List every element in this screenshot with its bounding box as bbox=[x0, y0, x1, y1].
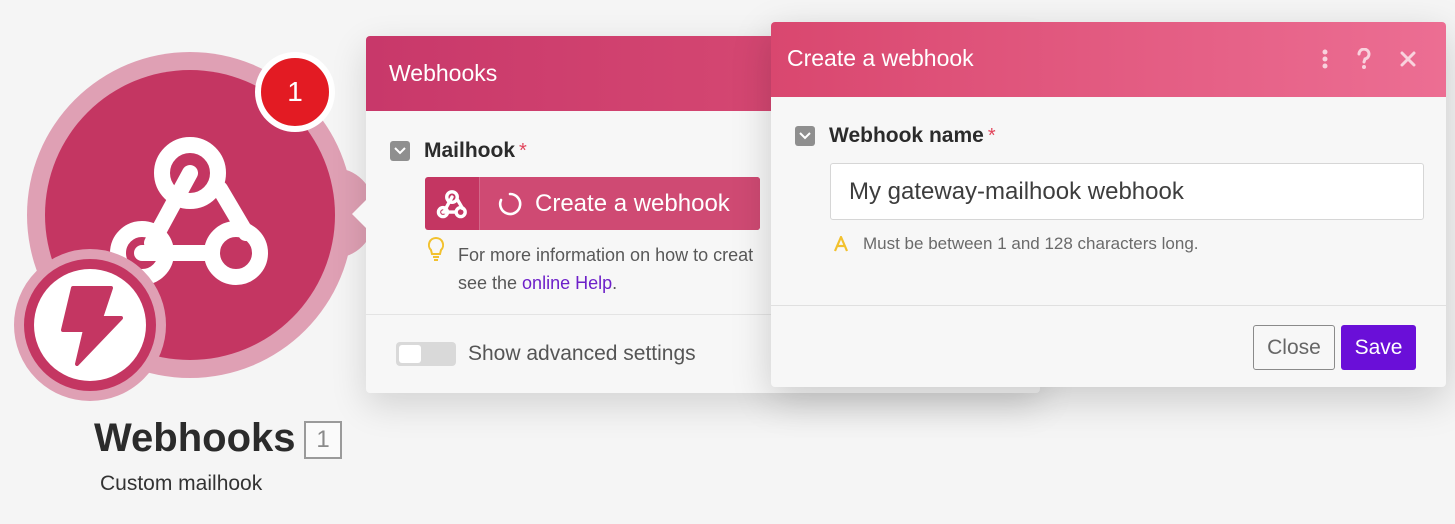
lightbulb-icon bbox=[427, 236, 445, 261]
spinner-icon bbox=[498, 192, 522, 215]
close-icon[interactable] bbox=[1395, 46, 1421, 72]
dialog-title: Create a webhook bbox=[787, 45, 974, 71]
create-webhook-button[interactable]: Create a webhook bbox=[425, 177, 760, 230]
operations-count-badge: 1 bbox=[255, 52, 335, 132]
webhook-name-input[interactable] bbox=[830, 163, 1424, 220]
panel-title: Webhooks bbox=[389, 60, 498, 86]
more-options-icon[interactable] bbox=[1312, 46, 1338, 72]
divider bbox=[771, 305, 1446, 306]
webhook-name-label: Webhook name bbox=[829, 124, 984, 147]
hint-text: Must be between 1 and 128 characters lon… bbox=[863, 234, 1199, 253]
close-button[interactable]: Close bbox=[1253, 325, 1335, 370]
chevron-down-icon[interactable] bbox=[390, 141, 410, 161]
help-text: For more information on how to creat see… bbox=[458, 241, 753, 297]
webhook-name-hint: Must be between 1 and 128 characters lon… bbox=[833, 234, 1199, 254]
help-text-prefix: see the bbox=[458, 273, 523, 293]
webhooks-module[interactable]: 1 Webhooks 1 Custom mailhook bbox=[0, 0, 374, 524]
dialog-header: Create a webhook bbox=[771, 22, 1446, 97]
mailhook-field-label-row: Mailhook * bbox=[390, 139, 527, 163]
module-title: Webhooks bbox=[94, 416, 296, 460]
chevron-down-icon[interactable] bbox=[795, 126, 815, 146]
online-help-link[interactable]: online Help bbox=[522, 273, 612, 293]
mailhook-label: Mailhook bbox=[424, 139, 516, 162]
trigger-badge-inner bbox=[34, 269, 146, 381]
advanced-settings-toggle[interactable] bbox=[396, 342, 456, 366]
lightning-icon bbox=[61, 286, 123, 366]
create-webhook-label: Create a webhook bbox=[535, 189, 730, 217]
webhook-name-label-row: Webhook name * bbox=[795, 124, 996, 148]
create-webhook-dialog: Create a webhook Webhook name * Must be … bbox=[771, 22, 1446, 387]
text-length-icon bbox=[833, 236, 849, 252]
save-button[interactable]: Save bbox=[1341, 325, 1416, 370]
help-text-line1: For more information on how to creat bbox=[458, 245, 754, 265]
advanced-settings-label: Show advanced settings bbox=[468, 342, 696, 365]
advanced-settings-toggle-row[interactable]: Show advanced settings bbox=[396, 342, 696, 366]
count-badge-value: 1 bbox=[287, 76, 303, 107]
webhook-icon bbox=[425, 177, 480, 230]
create-webhook-button-body[interactable]: Create a webhook bbox=[480, 177, 760, 230]
module-subtitle: Custom mailhook bbox=[100, 472, 263, 495]
help-icon[interactable] bbox=[1351, 46, 1377, 72]
required-marker: * bbox=[519, 139, 527, 162]
help-text-suffix: . bbox=[612, 273, 618, 293]
help-text-line2: see the online Help. bbox=[458, 269, 753, 297]
toggle-knob bbox=[399, 345, 421, 363]
instant-trigger-badge bbox=[14, 249, 166, 401]
required-marker: * bbox=[987, 124, 996, 147]
module-id-value: 1 bbox=[316, 426, 330, 453]
module-id-badge: 1 bbox=[304, 421, 342, 459]
